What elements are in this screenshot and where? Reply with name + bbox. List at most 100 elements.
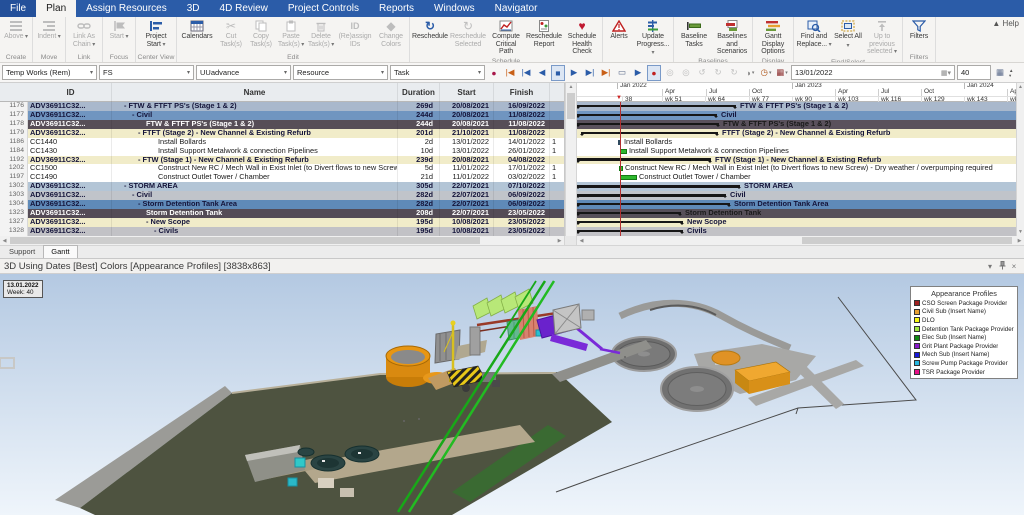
current-date-input[interactable]: 13/01/2022▦▾ (791, 65, 955, 80)
week-number-input[interactable]: 40 (957, 65, 991, 80)
help-menu[interactable]: ▲ Help (992, 19, 1019, 28)
speed-gauge-button[interactable]: ◷▾ (759, 65, 773, 81)
view-filter-combo[interactable]: Temp Works (Rem)▾ (2, 65, 97, 80)
link-as-chain-button[interactable]: Link As Chain (67, 18, 101, 50)
calendar-dropdown-icon[interactable]: ▦▾ (941, 69, 951, 77)
reschedule-report-button[interactable]: Reschedule Report (525, 18, 563, 49)
pane-collapse-button[interactable]: ▾ (984, 262, 996, 271)
alerts-button[interactable]: Alerts (604, 18, 634, 42)
3d-viewport[interactable]: 13.01.2022 Week: 40 Appearance Profiles … (0, 274, 1024, 515)
gantt-display-options-button[interactable]: Gantt Display Options (754, 18, 792, 57)
column-header-id[interactable]: ID (28, 83, 112, 102)
calendars-button[interactable]: Calendars (178, 18, 216, 42)
gantt-row[interactable]: FTW & FTFT PS's (Stage 1 & 2) (577, 102, 1016, 111)
menu-reports[interactable]: Reports (369, 0, 424, 17)
column-header-name[interactable]: Name (112, 83, 398, 102)
schedule-health-check-button[interactable]: ♥ Schedule Health Check (563, 18, 601, 57)
column-header-start[interactable]: Start (440, 83, 494, 102)
menu-windows[interactable]: Windows (424, 0, 485, 17)
menu-navigator[interactable]: Navigator (485, 0, 548, 17)
focus-start-button[interactable]: Start (104, 18, 134, 43)
summary-bar[interactable] (577, 230, 683, 233)
menu-file[interactable]: File (0, 0, 36, 17)
summary-bar[interactable] (577, 105, 736, 108)
play-button[interactable]: ▶ (567, 65, 581, 81)
summary-bar[interactable] (577, 194, 726, 197)
gantt-horizontal-scrollbar[interactable]: ◀ ▶ (577, 236, 1024, 245)
gantt-row[interactable]: Storm Detention Tank Area (577, 200, 1016, 209)
indent-button[interactable]: Indent (34, 18, 64, 43)
gantt-body[interactable]: FTW & FTFT PS's (Stage 1 & 2) Civil FTW … (577, 102, 1016, 236)
resource-combo[interactable]: Resource▾ (293, 65, 388, 80)
gantt-row[interactable]: Storm Detention Tank (577, 209, 1016, 218)
gantt-row[interactable]: Civils (577, 227, 1016, 236)
summary-bar[interactable] (581, 132, 718, 135)
record-active-button[interactable]: ● (647, 65, 661, 81)
play-range-button[interactable]: ▶ (631, 65, 645, 81)
column-header-duration[interactable]: Duration (398, 83, 440, 102)
update-progress-button[interactable]: Update Progress... (634, 18, 672, 59)
summary-bar[interactable] (577, 123, 719, 126)
task-bar[interactable] (620, 149, 627, 154)
pane-close-button[interactable]: × (1008, 262, 1020, 271)
week-spinner[interactable]: ▲▾ (1009, 68, 1013, 78)
gantt-row[interactable]: STORM AREA (577, 182, 1016, 191)
scroll-down-icon[interactable]: ▼ (1018, 228, 1023, 236)
scroll-up-icon[interactable]: ▲ (569, 83, 574, 91)
summary-bar[interactable] (577, 185, 740, 188)
scroll-left-icon[interactable]: ◀ (577, 238, 586, 244)
tab-support[interactable]: Support (2, 246, 42, 258)
baselines-scenarios-button[interactable]: Baselines and Scenarios (713, 18, 751, 57)
paste-button[interactable]: Paste Task(s) (276, 18, 306, 50)
above-button[interactable]: Above (1, 18, 31, 43)
week-calendar-icon[interactable]: ▦ (993, 65, 1007, 81)
menu-assign-resources[interactable]: Assign Resources (76, 0, 177, 17)
task-mode-combo[interactable]: Task▾ (390, 65, 485, 80)
copy-button[interactable]: Copy Task(s) (246, 18, 276, 49)
menu-4d-review[interactable]: 4D Review (210, 0, 278, 17)
reschedule-selected-button[interactable]: ↻ Reschedule Selected (449, 18, 487, 49)
scrollbar-thumb[interactable] (802, 237, 1012, 244)
stop-button[interactable]: ■ (551, 65, 565, 81)
baseline-tasks-button[interactable]: Baseline Tasks (675, 18, 713, 49)
step-back-button[interactable]: |◀ (519, 65, 533, 81)
summary-bar[interactable] (577, 221, 683, 224)
link-type-combo[interactable]: FS▾ (99, 65, 194, 80)
compute-critical-path-button[interactable]: Compute Critical Path (487, 18, 525, 57)
view-window-button[interactable]: ▭ (615, 65, 629, 81)
scroll-left-icon[interactable]: ◀ (0, 238, 9, 244)
table-vertical-scrollbar[interactable]: ▲ (565, 83, 577, 236)
gantt-timescale[interactable]: Jan 2022 Jan 2023 Jan 2024 Apr Jul Oct A… (577, 83, 1016, 102)
summary-bar[interactable] (577, 114, 717, 117)
gantt-row[interactable]: New Scope (577, 218, 1016, 227)
profile-combo[interactable]: UUadvance▾ (196, 65, 291, 80)
summary-bar[interactable] (577, 158, 711, 161)
play-reverse-button[interactable]: ◀ (535, 65, 549, 81)
find-and-replace-button[interactable]: Find and Replace... (795, 18, 833, 50)
undo-button[interactable]: ↺ (695, 65, 709, 81)
delete-button[interactable]: Delete Task(s) (306, 18, 336, 50)
menu-3d[interactable]: 3D (177, 0, 210, 17)
gantt-vertical-scrollbar[interactable]: ▲ ▼ (1016, 83, 1024, 236)
select-all-button[interactable]: Select All (833, 18, 863, 51)
scroll-right-icon[interactable]: ▶ (1015, 238, 1024, 244)
up-to-previous-selected-button[interactable]: Up to previous selected (863, 18, 901, 58)
scrollbar-thumb[interactable] (567, 93, 575, 119)
first-frame-button[interactable]: ◎ (663, 65, 677, 81)
summary-bar[interactable] (577, 203, 730, 206)
export-frame-button[interactable]: ▦▾ (775, 65, 789, 81)
reschedule-button[interactable]: ↻ Reschedule (411, 18, 449, 42)
skip-to-start-button[interactable]: |◀ (503, 65, 517, 81)
scroll-up-icon[interactable]: ▲ (1018, 83, 1023, 91)
step-forward-button[interactable]: ▶| (583, 65, 597, 81)
change-colors-button[interactable]: ◆ Change Colors (374, 18, 408, 49)
project-start-button[interactable]: Project Start (137, 18, 175, 50)
scroll-right-icon[interactable]: ▶ (555, 238, 564, 244)
redo-button[interactable]: ↻ (711, 65, 725, 81)
reassign-ids-button[interactable]: ID (Re)assign IDs (336, 18, 374, 49)
repeat-button[interactable]: ↻ (727, 65, 741, 81)
last-frame-button[interactable]: ◎ (679, 65, 693, 81)
contrast-button[interactable]: ◑▾ (743, 65, 757, 81)
column-header-finish[interactable]: Finish (494, 83, 550, 102)
table-row[interactable]: 1328ADV36911C32...- Civils195d10/08/2021… (0, 227, 564, 236)
